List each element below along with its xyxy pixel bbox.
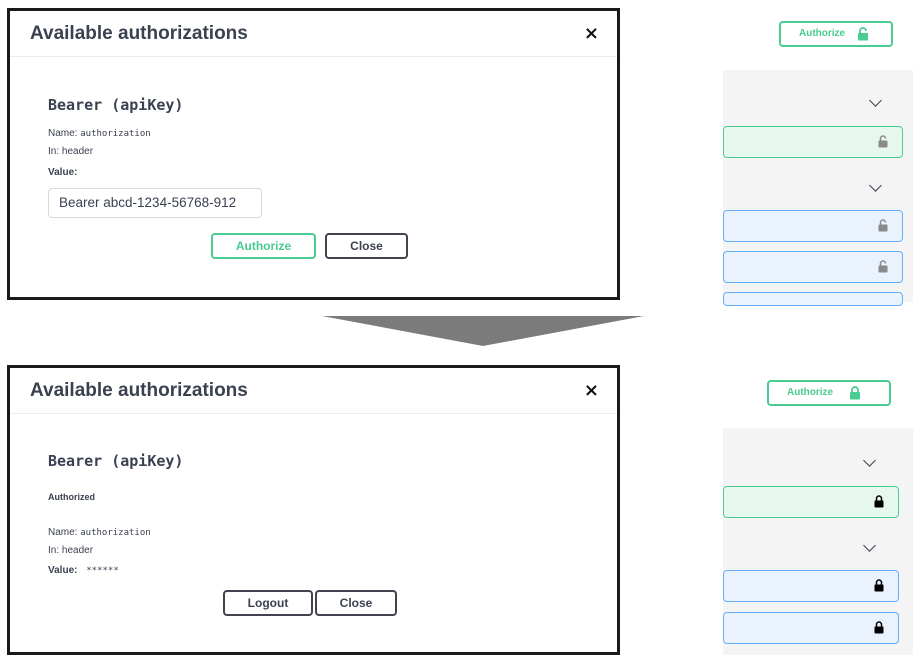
close-button[interactable]: Close	[315, 590, 397, 616]
modal-header: Available authorizations ×	[10, 11, 617, 57]
chevron-down-icon[interactable]	[863, 454, 876, 467]
value-input[interactable]: Bearer abcd-1234-56768-912	[48, 188, 262, 218]
modal-title: Available authorizations	[30, 380, 248, 401]
in-row: In: header	[48, 545, 93, 556]
name-label: Name:	[48, 527, 78, 538]
authorize-button[interactable]: Authorize	[767, 380, 891, 406]
modal-header: Available authorizations ×	[10, 368, 617, 414]
name-label: Name:	[48, 128, 78, 139]
unlock-icon[interactable]	[878, 135, 888, 153]
unlock-icon	[857, 27, 869, 50]
lock-icon[interactable]	[874, 621, 884, 639]
chevron-down-icon[interactable]	[869, 94, 882, 107]
scheme-name: Bearer (apiKey)	[48, 452, 184, 470]
auth-modal-after: Available authorizations × Bearer (apiKe…	[7, 365, 620, 655]
lock-icon[interactable]	[874, 579, 884, 597]
auth-modal-before: Available authorizations × Bearer (apiKe…	[7, 8, 620, 300]
operation-row[interactable]	[723, 486, 899, 518]
name-row: Name: authorization	[48, 128, 151, 139]
close-icon[interactable]: ×	[584, 23, 599, 44]
value-row: Value: ******	[48, 565, 119, 576]
operations-section	[723, 428, 913, 655]
value-label: Value:	[48, 565, 78, 576]
unlock-icon[interactable]	[878, 219, 888, 237]
operation-row[interactable]	[723, 292, 903, 306]
name-value: authorization	[80, 528, 151, 538]
authorize-button[interactable]: Authorize	[779, 21, 893, 47]
operation-row[interactable]	[723, 612, 899, 644]
operations-section	[723, 70, 913, 306]
close-button[interactable]: Close	[325, 233, 408, 259]
modal-title: Available authorizations	[30, 23, 248, 44]
in-label: In:	[48, 146, 60, 157]
close-icon[interactable]: ×	[584, 380, 599, 401]
operation-row[interactable]	[723, 210, 903, 242]
lock-icon	[849, 386, 861, 409]
value-masked: ******	[86, 566, 119, 576]
unlock-icon[interactable]	[878, 260, 888, 278]
authorize-button[interactable]: Authorize	[211, 233, 316, 259]
logout-button[interactable]: Logout	[223, 590, 313, 616]
name-row: Name: authorization	[48, 527, 151, 538]
authorize-label: Authorize	[787, 387, 834, 398]
chevron-down-icon[interactable]	[863, 539, 876, 552]
in-row: In: header	[48, 146, 93, 157]
chevron-down-icon[interactable]	[869, 179, 882, 192]
in-value: header	[61, 146, 94, 157]
in-label: In:	[48, 545, 60, 556]
authorized-status: Authorized	[48, 492, 95, 502]
scheme-name: Bearer (apiKey)	[48, 96, 184, 114]
transition-arrow-icon	[322, 316, 644, 346]
name-value: authorization	[80, 129, 151, 139]
in-value: header	[61, 545, 94, 556]
lock-icon[interactable]	[874, 495, 884, 513]
operation-row[interactable]	[723, 251, 903, 283]
operation-row[interactable]	[723, 570, 899, 602]
authorize-label: Authorize	[799, 28, 846, 39]
value-label: Value:	[48, 167, 78, 178]
operation-row[interactable]	[723, 126, 903, 158]
